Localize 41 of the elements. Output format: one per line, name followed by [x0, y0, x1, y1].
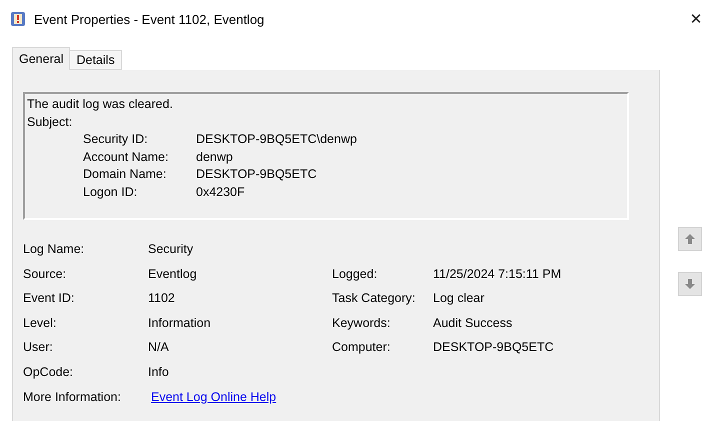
- property-label: More Information:: [23, 388, 122, 406]
- window-title: Event Properties - Event 1102, Eventlog: [34, 12, 266, 26]
- field-value: denwp: [196, 148, 233, 166]
- help-link[interactable]: Event Log Online Help: [151, 390, 276, 404]
- property-label: Task Category:: [332, 290, 416, 308]
- field-label: Security ID:: [83, 131, 149, 148]
- property-label: Log Name:: [23, 241, 86, 258]
- property-label: Logged:: [332, 266, 378, 283]
- close-button[interactable]: ✕: [673, 0, 719, 38]
- tab[interactable]: Details: [69, 50, 122, 70]
- next-event-button[interactable]: [678, 272, 702, 296]
- property-value: N/A: [148, 339, 170, 356]
- property-label: Source:: [23, 266, 68, 283]
- property-label: Keywords:: [332, 314, 392, 332]
- field-value: DESKTOP-9BQ5ETC: [196, 166, 317, 183]
- up-arrow-icon: [684, 233, 696, 245]
- subject-heading: Subject:: [27, 114, 74, 131]
- down-arrow-icon: [684, 278, 696, 290]
- property-value: Log clear: [433, 290, 486, 308]
- property-label: User:: [23, 339, 54, 356]
- property-value: Info: [148, 364, 170, 381]
- property-value: Security: [148, 241, 194, 258]
- property-label: Event ID:: [23, 290, 76, 308]
- property-label: OpCode:: [23, 364, 74, 381]
- property-label: Level:: [23, 314, 58, 332]
- field-value: DESKTOP-9BQ5ETC\denwp: [196, 131, 357, 148]
- event-viewer-icon: [10, 11, 26, 27]
- tab[interactable]: General: [12, 47, 70, 70]
- property-value: 11/25/2024 7:15:11 PM: [433, 266, 562, 283]
- property-value: Audit Success: [433, 314, 514, 332]
- field-label: Account Name:: [83, 148, 170, 166]
- property-value: 1102: [148, 290, 176, 308]
- property-label: Computer:: [332, 339, 392, 356]
- property-value: Eventlog: [148, 266, 198, 283]
- event-message: The audit log was cleared.: [27, 96, 174, 113]
- field-label: Domain Name:: [83, 166, 168, 183]
- property-value: Information: [148, 314, 212, 332]
- field-value: 0x4230F: [196, 184, 245, 200]
- property-value: DESKTOP-9BQ5ETC: [433, 339, 555, 356]
- previous-event-button[interactable]: [678, 227, 702, 251]
- field-label: Logon ID:: [83, 184, 138, 201]
